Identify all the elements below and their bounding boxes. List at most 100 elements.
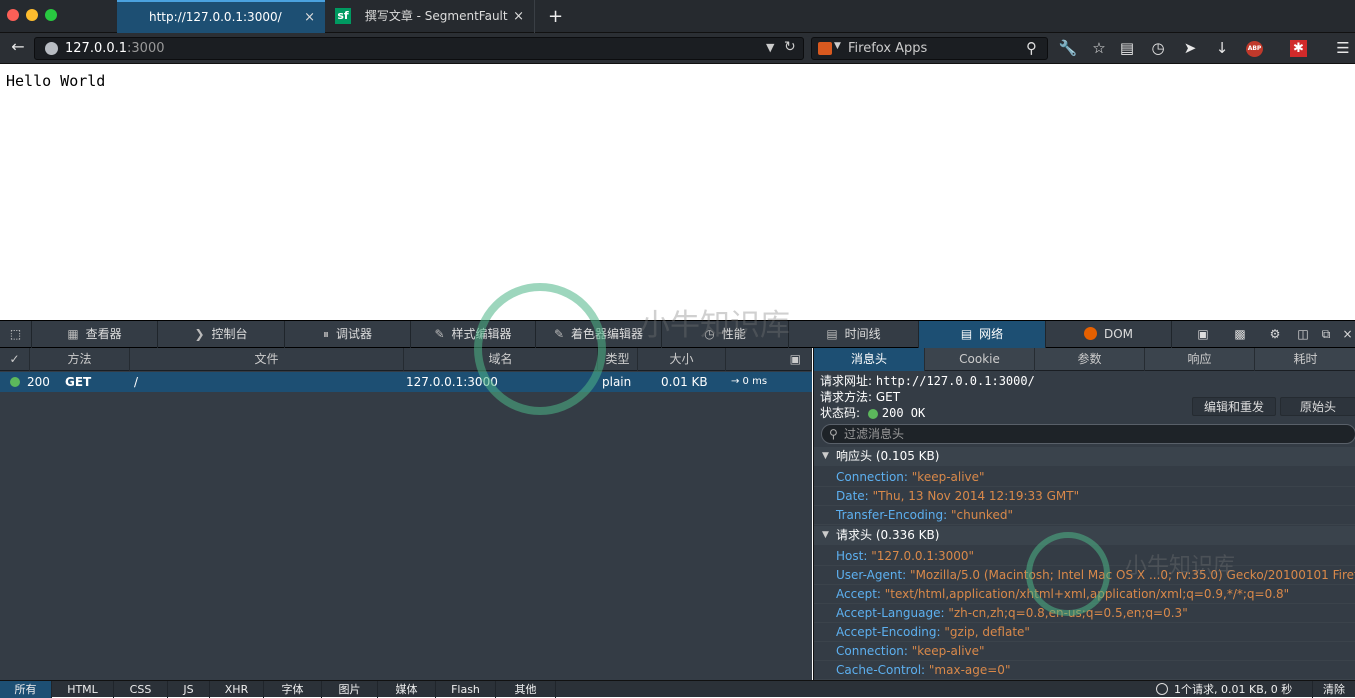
globe-icon: [45, 42, 58, 55]
header-value: "Thu, 13 Nov 2014 12:19:33 GMT": [872, 489, 1080, 503]
filter-button-7[interactable]: 媒体: [378, 681, 436, 698]
search-engine-icon: [818, 42, 832, 55]
tab-title: http://127.0.0.1:3000/: [149, 10, 282, 24]
header-key: Transfer-Encoding:: [836, 508, 948, 522]
undock-icon[interactable]: ⧉: [1316, 321, 1336, 348]
minimize-window-icon[interactable]: [26, 9, 38, 21]
tab-headers[interactable]: 消息头: [814, 348, 925, 371]
pick-element-icon[interactable]: ⬚: [0, 321, 32, 348]
page-text: Hello World: [6, 72, 106, 90]
adblock-icon[interactable]: ABP: [1246, 41, 1263, 57]
tab-params[interactable]: 参数: [1035, 348, 1145, 371]
header-value: "gzip, deflate": [944, 625, 1030, 639]
request-list-header: ✓ 方法 文件 域名 类型 大小 ▣: [0, 348, 812, 371]
request-status: 200: [27, 375, 50, 389]
stopwatch-icon: [1156, 683, 1168, 695]
browser-tab[interactable]: sf 撰写文章 - SegmentFault ×: [327, 0, 535, 33]
request-timing: → 0 ms: [731, 376, 768, 387]
wrench-icon[interactable]: 🔧: [1058, 39, 1078, 57]
column-file[interactable]: 文件: [130, 348, 404, 371]
header-value: "127.0.0.1:3000": [871, 549, 975, 563]
gear-icon[interactable]: ⚙: [1265, 321, 1285, 348]
watermark-text: 小牛知识库: [640, 308, 790, 343]
tab-dom[interactable]: DOM: [1046, 321, 1172, 348]
column-size[interactable]: 大小: [638, 348, 726, 371]
close-tab-icon[interactable]: ×: [513, 0, 524, 33]
table-row[interactable]: 200 GET / 127.0.0.1:3000 plain 0.01 KB →…: [0, 372, 812, 392]
header-key: Accept:: [836, 587, 881, 601]
filter-button-1[interactable]: HTML: [52, 681, 114, 698]
tab-title: 撰写文章 - SegmentFault: [364, 9, 508, 23]
edit-resend-button[interactable]: 编辑和重发: [1192, 397, 1276, 416]
debugger-icon: ⏸: [322, 327, 329, 341]
console-icon: ❯: [194, 327, 205, 341]
status-dot-icon: [10, 377, 20, 387]
filter-headers-input[interactable]: ⚲ 过滤消息头: [821, 424, 1355, 444]
chevron-down-icon: ▼: [834, 41, 841, 51]
responsive-design-icon[interactable]: ▩: [1228, 321, 1252, 348]
request-method: GET: [65, 375, 92, 389]
menu-icon[interactable]: ☰: [1333, 39, 1353, 57]
dock-side-icon[interactable]: ◫: [1293, 321, 1313, 348]
column-method[interactable]: 方法: [30, 348, 130, 371]
header-row: Accept-Encoding: "gzip, deflate": [814, 623, 1355, 642]
header-key: Accept-Language:: [836, 606, 945, 620]
new-tab-button[interactable]: +: [548, 6, 563, 27]
filter-button-4[interactable]: XHR: [210, 681, 264, 698]
waterfall-toggle-icon[interactable]: ▣: [726, 348, 812, 371]
filter-button-5[interactable]: 字体: [264, 681, 322, 698]
browser-tab-active[interactable]: http://127.0.0.1:3000/ ×: [117, 0, 325, 33]
request-details: 消息头 Cookie 参数 响应 耗时 请求网址: http://127.0.0…: [813, 348, 1355, 680]
request-size: 0.01 KB: [661, 375, 708, 389]
close-window-icon[interactable]: [7, 9, 19, 21]
request-summary: 1个请求, 0.01 KB, 0 秒: [1156, 681, 1292, 698]
zoom-window-icon[interactable]: [45, 9, 57, 21]
tab-debugger[interactable]: ⏸ 调试器: [285, 321, 411, 348]
header-row: Connection: "keep-alive": [814, 468, 1355, 487]
header-value: "max-age=0": [928, 663, 1011, 677]
search-bar[interactable]: ▼ Firefox Apps ⚲: [811, 37, 1048, 60]
bookmark-star-icon[interactable]: ☆: [1089, 39, 1109, 57]
tab-timings[interactable]: 耗时: [1255, 348, 1355, 371]
summary-status: 状态码: 200 OK: [820, 406, 926, 420]
extension-icon[interactable]: ✱: [1290, 40, 1307, 57]
filter-button-2[interactable]: CSS: [114, 681, 168, 698]
clear-button[interactable]: 清除: [1312, 681, 1355, 698]
history-icon[interactable]: ◷: [1148, 39, 1168, 57]
segmentfault-favicon-icon: sf: [335, 7, 351, 24]
tab-timeline[interactable]: ▤ 时间线: [789, 321, 919, 348]
url-text: 127.0.0.1:3000: [65, 41, 165, 56]
close-devtools-icon[interactable]: ×: [1340, 321, 1355, 348]
column-status[interactable]: ✓: [0, 348, 30, 371]
dropdown-icon[interactable]: ▼: [766, 41, 774, 54]
tab-response[interactable]: 响应: [1145, 348, 1255, 371]
header-row: Cache-Control: "max-age=0": [814, 661, 1355, 680]
reload-icon[interactable]: ↻: [784, 39, 796, 55]
watermark-logo-icon: [1026, 532, 1110, 616]
split-console-icon[interactable]: ▣: [1193, 321, 1213, 348]
close-tab-icon[interactable]: ×: [304, 2, 315, 33]
send-icon[interactable]: ➤: [1180, 39, 1200, 57]
tab-cookies[interactable]: Cookie: [925, 348, 1035, 371]
page-content: Hello World: [0, 64, 1355, 320]
filter-button-6[interactable]: 图片: [322, 681, 378, 698]
raw-headers-button[interactable]: 原始头: [1280, 397, 1355, 416]
response-headers-section[interactable]: ▼ 响应头 (0.105 KB): [814, 447, 1355, 466]
tab-inspector[interactable]: ▦ 查看器: [32, 321, 158, 348]
search-icon[interactable]: ⚲: [1026, 39, 1037, 57]
filter-button-9[interactable]: 其他: [496, 681, 556, 698]
header-row: Date: "Thu, 13 Nov 2014 12:19:33 GMT": [814, 487, 1355, 506]
tab-console[interactable]: ❯ 控制台: [158, 321, 285, 348]
filter-button-0[interactable]: 所有: [0, 681, 52, 698]
download-icon[interactable]: ↓: [1212, 39, 1232, 57]
collapse-triangle-icon: ▼: [822, 530, 829, 540]
filter-button-3[interactable]: JS: [168, 681, 210, 698]
url-bar[interactable]: 127.0.0.1:3000 ▼ ↻: [34, 37, 804, 60]
search-icon: ⚲: [829, 427, 838, 441]
header-row: Transfer-Encoding: "chunked": [814, 506, 1355, 525]
back-arrow-icon[interactable]: ←: [8, 38, 28, 56]
tab-network[interactable]: ▤ 网络: [919, 321, 1046, 348]
firefox-icon: [1083, 327, 1097, 340]
filter-button-8[interactable]: Flash: [436, 681, 496, 698]
reading-list-icon[interactable]: ▤: [1117, 39, 1137, 57]
